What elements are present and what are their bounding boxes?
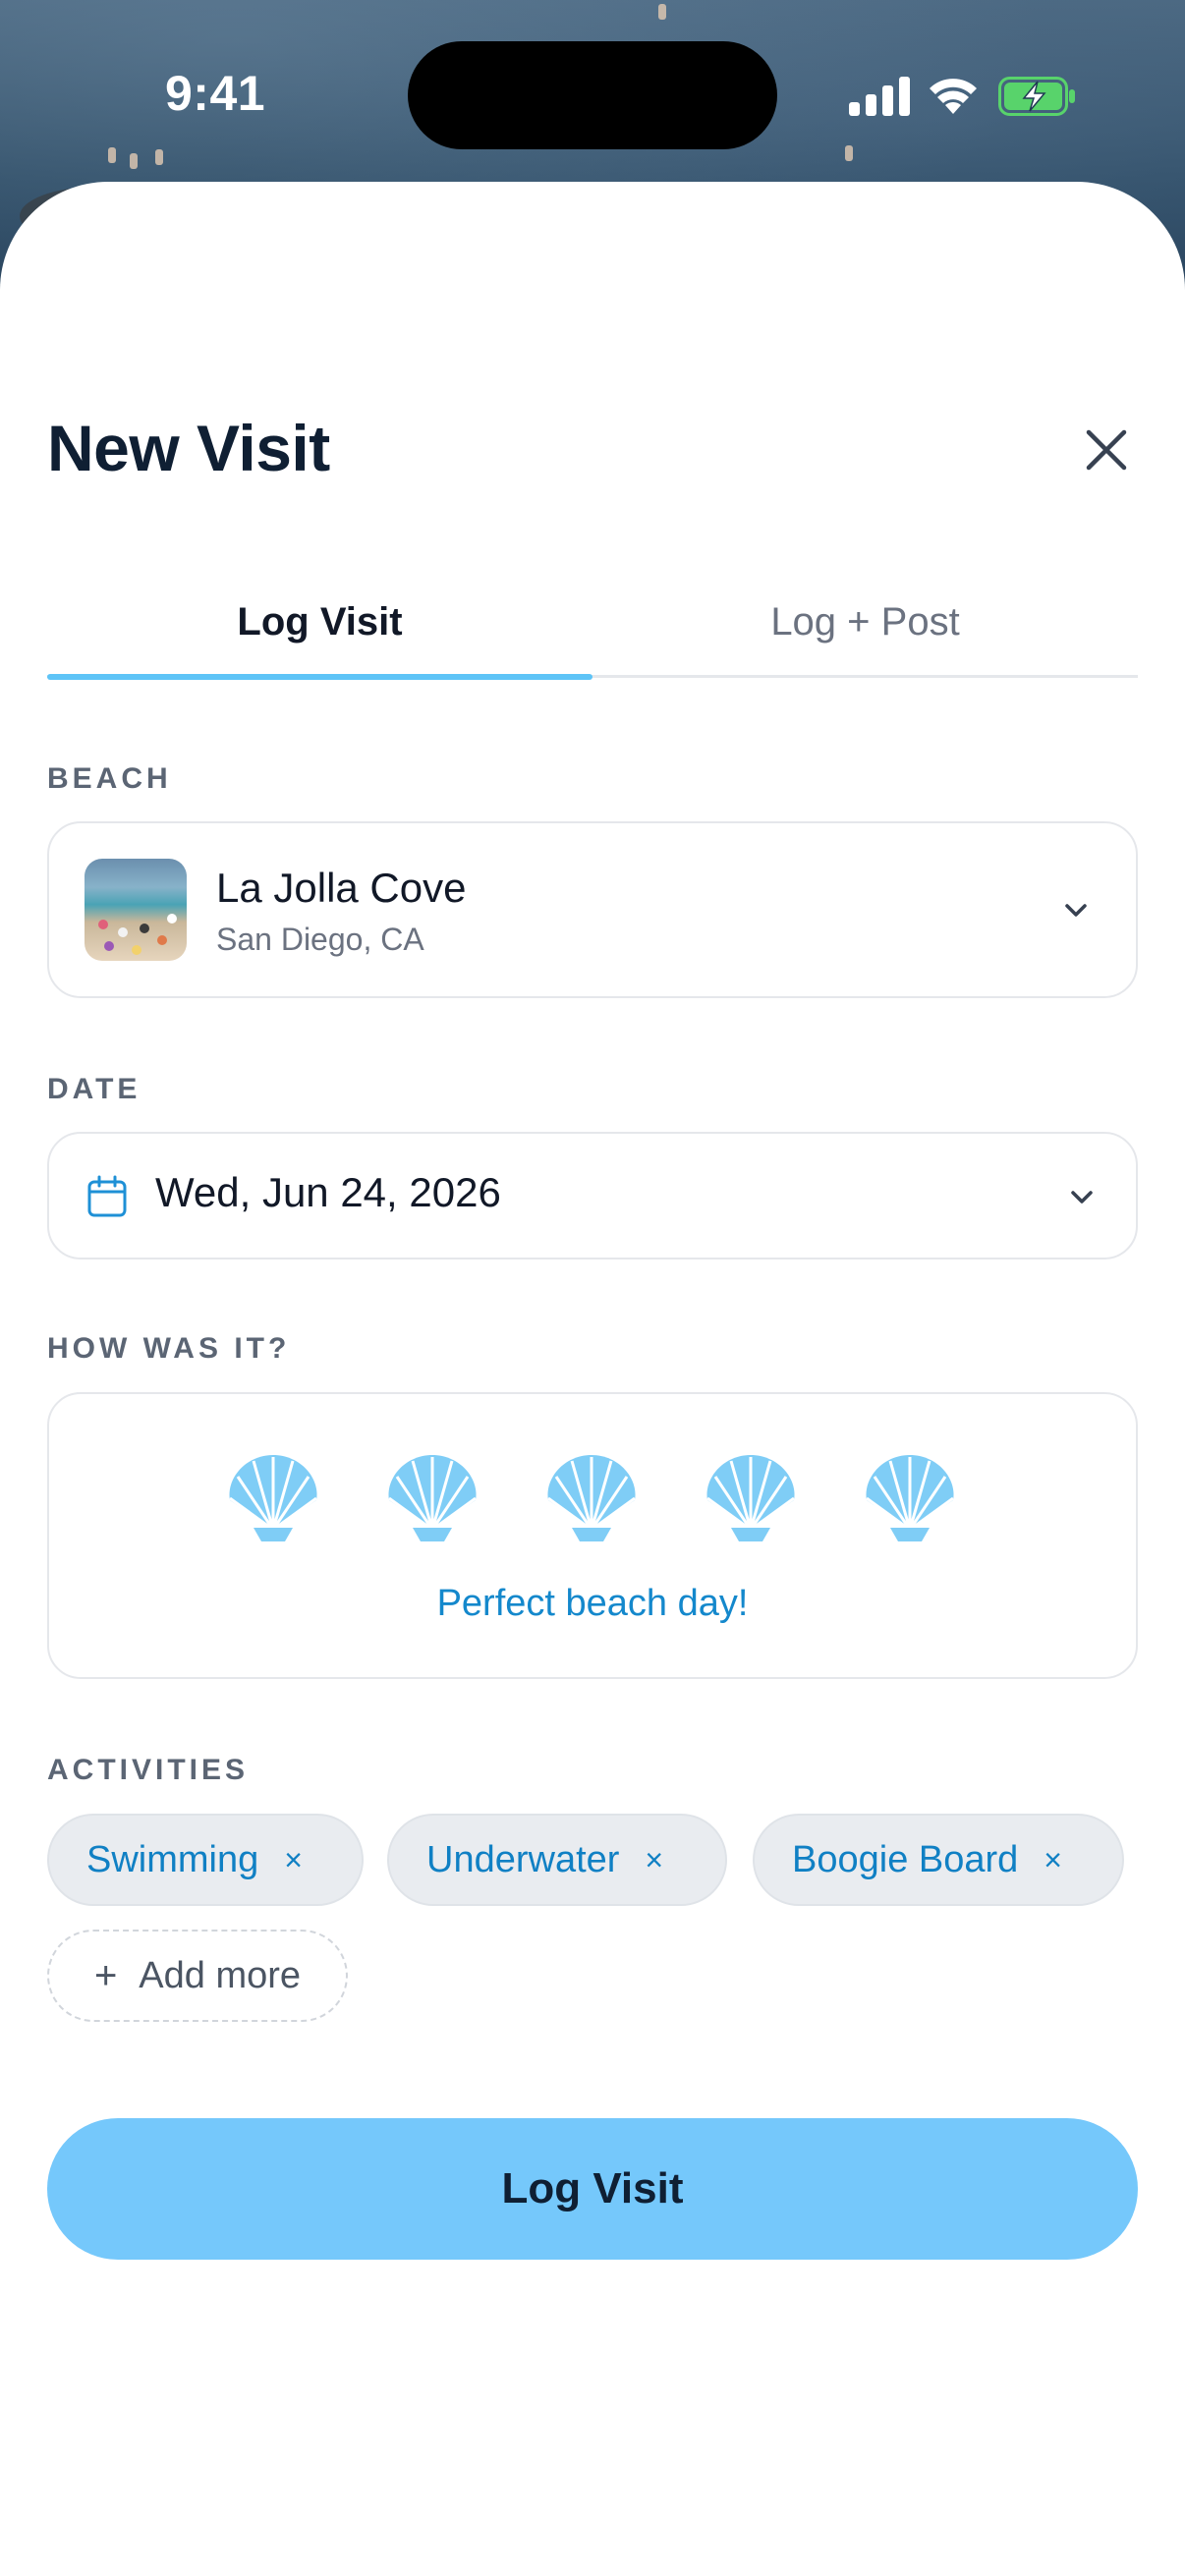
activities-label: ACTIVITIES [47,1754,250,1786]
battery-charging-icon [998,77,1075,116]
shell-icon[interactable] [538,1449,645,1543]
rating-caption: Perfect beach day! [436,1583,749,1624]
remove-icon[interactable]: × [645,1842,663,1878]
activity-chip-label: Swimming [86,1838,259,1880]
activity-chip[interactable]: Swimming × [47,1814,364,1906]
tab-active-indicator [47,674,592,680]
status-bar: 9:41 [0,0,1185,187]
close-icon[interactable] [1081,424,1132,476]
page-title: New Visit [47,412,330,484]
shell-icon[interactable] [379,1449,485,1543]
chevron-down-icon [1071,1191,1093,1204]
activity-chip[interactable]: Boogie Board × [753,1814,1124,1906]
tab-log-post[interactable]: Log + Post [592,570,1138,674]
date-label: DATE [47,1073,141,1105]
beach-selector[interactable]: La Jolla Cove San Diego, CA [47,821,1138,998]
beach-name: La Jolla Cove [216,865,467,911]
shell-icon[interactable] [857,1449,963,1543]
plus-icon: + [93,1953,118,1997]
shell-icon[interactable] [220,1449,326,1543]
wifi-icon [930,79,977,114]
dynamic-island [408,41,777,149]
date-value: Wed, Jun 24, 2026 [155,1169,501,1215]
activity-chip-label: Boogie Board [792,1838,1019,1880]
rating-label: HOW WAS IT? [47,1332,291,1365]
calendar-icon [87,1175,127,1217]
rating-card: Perfect beach day! [47,1392,1138,1679]
cellular-signal-icon [849,77,910,116]
activity-chip[interactable]: Underwater × [387,1814,727,1906]
status-time: 9:41 [165,66,266,121]
tab-bar: Log Visit Log + Post [47,570,1138,680]
log-visit-button[interactable]: Log Visit [47,2118,1138,2260]
tab-log-visit[interactable]: Log Visit [47,570,592,674]
beach-label: BEACH [47,762,172,795]
add-activity-button[interactable]: + Add more [47,1930,348,2022]
remove-icon[interactable]: × [1044,1842,1062,1878]
chevron-down-icon [1065,904,1087,917]
activity-chip-label: Underwater [426,1838,620,1880]
beach-thumbnail [85,859,187,961]
add-activity-label: Add more [139,1954,302,1996]
beach-location: San Diego, CA [216,922,424,957]
remove-icon[interactable]: × [284,1842,303,1878]
shell-rating[interactable] [49,1449,1136,1547]
date-picker[interactable]: Wed, Jun 24, 2026 [47,1132,1138,1260]
shell-icon[interactable] [698,1449,804,1543]
